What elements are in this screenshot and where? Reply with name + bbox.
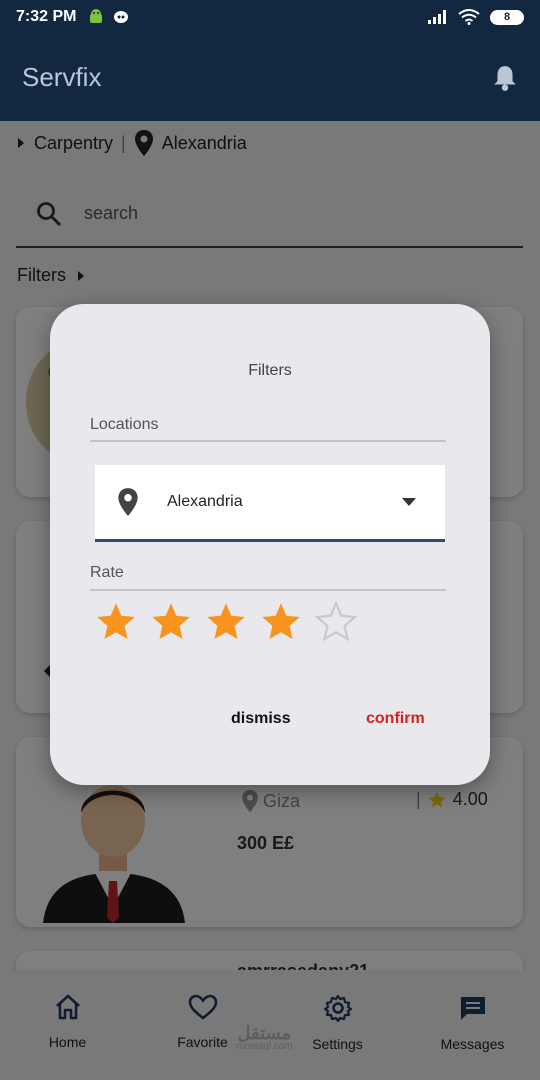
rating-stars <box>94 600 358 644</box>
dialog-title: Filters <box>248 362 292 379</box>
locations-divider <box>90 440 446 442</box>
location-pin-icon <box>118 488 138 516</box>
filters-dialog: Filters Locations Alexandria Rate dismis… <box>50 304 490 785</box>
rate-label: Rate <box>90 564 124 581</box>
chevron-down-icon <box>402 498 416 506</box>
confirm-button[interactable]: confirm <box>366 710 425 728</box>
star-filled-icon[interactable] <box>94 600 138 644</box>
location-dropdown[interactable]: Alexandria <box>95 465 445 542</box>
rate-divider <box>90 589 446 591</box>
star-empty-icon[interactable] <box>314 600 358 644</box>
dismiss-button[interactable]: dismiss <box>231 710 291 728</box>
star-filled-icon[interactable] <box>204 600 248 644</box>
star-filled-icon[interactable] <box>259 600 303 644</box>
star-filled-icon[interactable] <box>149 600 193 644</box>
location-dropdown-value: Alexandria <box>167 493 243 510</box>
locations-label: Locations <box>90 416 159 433</box>
